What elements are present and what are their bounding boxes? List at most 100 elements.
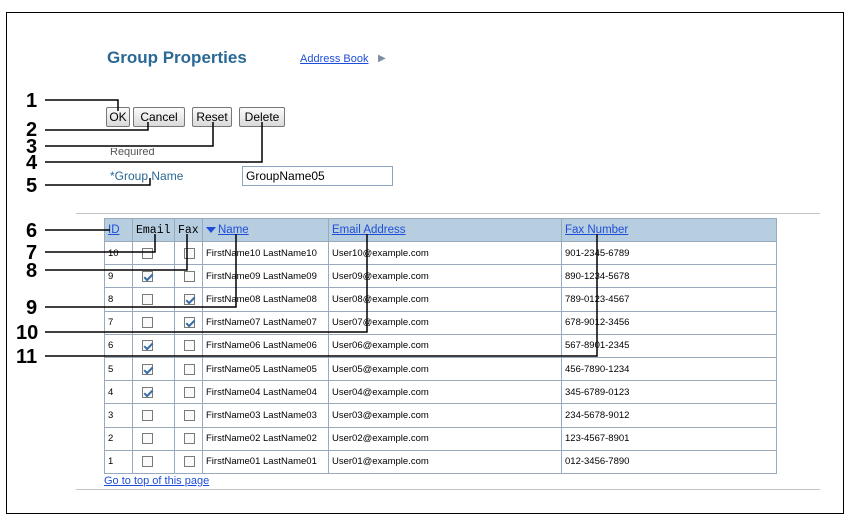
members-table: ID Email Fax Name Email Address Fax Numb… (104, 218, 777, 474)
cell-name: FirstName06 LastName06 (202, 333, 329, 358)
delete-button[interactable]: Delete (239, 107, 285, 127)
fax-checkbox[interactable] (184, 456, 195, 468)
column-header-email-address[interactable]: Email Address (328, 218, 562, 242)
fax-checkbox[interactable] (184, 363, 195, 375)
reset-button[interactable]: Reset (192, 107, 232, 127)
table-row: 4 FirstName04 LastName04 User04@example.co… (104, 380, 777, 405)
cell-id: 9 (104, 264, 133, 289)
column-header-email: Email (132, 218, 175, 242)
cell-email-address: User03@example.com (328, 403, 562, 428)
cell-email-address: User06@example.com (328, 333, 562, 358)
cell-fax-number: 456-7890-1234 (561, 356, 777, 382)
cell-email-address: User09@example.com (328, 264, 562, 289)
cell-email-checkbox (132, 310, 175, 335)
fax-checkbox[interactable] (184, 317, 195, 329)
cell-email-address: User04@example.com (328, 380, 562, 405)
cell-email-checkbox (132, 380, 175, 405)
email-checkbox[interactable] (142, 409, 153, 421)
cell-fax-number: 012-3456-7890 (561, 449, 777, 474)
fax-checkbox[interactable] (184, 386, 195, 398)
email-checkbox[interactable] (142, 293, 153, 305)
ok-button[interactable]: OK (106, 107, 130, 127)
cell-fax-number: 901-2345-6789 (561, 240, 777, 266)
cell-email-address: User05@example.com (328, 356, 562, 382)
cell-name: FirstName01 LastName01 (202, 449, 329, 474)
column-header-label[interactable]: Email Address (332, 224, 406, 236)
callout-number: 1 (26, 90, 38, 112)
column-header-name[interactable]: Name (202, 218, 329, 242)
table-row: 2 FirstName02 LastName02 User02@example.co… (104, 426, 777, 451)
email-checkbox[interactable] (142, 340, 153, 352)
cell-email-checkbox (132, 333, 175, 358)
callout-number: 4 (26, 152, 38, 174)
cell-name: FirstName03 LastName03 (202, 403, 329, 428)
fax-checkbox[interactable] (184, 247, 195, 259)
cell-email-checkbox (132, 356, 175, 382)
column-header-id[interactable]: ID (104, 218, 133, 242)
cell-email-address: User08@example.com (328, 287, 562, 312)
cell-email-checkbox (132, 287, 175, 312)
right-triangle-icon: ▶ (378, 53, 386, 64)
column-header-label: Fax (178, 223, 199, 237)
fax-checkbox[interactable] (184, 270, 195, 282)
cell-fax-number: 123-4567-8901 (561, 426, 777, 451)
column-header-label: Email (136, 223, 171, 237)
cell-name: FirstName05 LastName05 (202, 356, 329, 382)
fax-checkbox[interactable] (184, 340, 195, 352)
callout-number: 11 (16, 346, 38, 368)
cell-email-address: User10@example.com (328, 240, 562, 266)
cell-name: FirstName04 LastName04 (202, 380, 329, 405)
cell-email-checkbox (132, 264, 175, 289)
page-title: Group Properties (107, 48, 247, 67)
column-header-label[interactable]: ID (108, 224, 120, 236)
cell-id: 3 (104, 403, 133, 428)
email-checkbox[interactable] (142, 270, 153, 282)
email-checkbox[interactable] (142, 247, 153, 259)
cancel-button[interactable]: Cancel (133, 107, 185, 127)
table-row: 8 FirstName08 LastName08 User08@example.co… (104, 287, 777, 312)
divider (76, 489, 820, 490)
group-name-input[interactable]: GroupName05 (242, 166, 393, 186)
cell-id: 8 (104, 287, 133, 312)
table-row: 3 FirstName03 LastName03 User03@example.co… (104, 403, 777, 428)
group-name-label: *Group Name (110, 169, 184, 183)
cell-fax-checkbox (174, 264, 203, 289)
email-checkbox[interactable] (142, 456, 153, 468)
fax-checkbox[interactable] (184, 433, 195, 445)
callout-number: 8 (26, 260, 38, 282)
cell-fax-checkbox (174, 403, 203, 428)
cell-id: 1 (104, 449, 133, 474)
column-header-label[interactable]: Name (218, 224, 249, 236)
email-checkbox[interactable] (142, 363, 153, 375)
cell-email-checkbox (132, 403, 175, 428)
cell-fax-checkbox (174, 449, 203, 474)
column-header-fax-number[interactable]: Fax Number (561, 218, 777, 242)
fax-checkbox[interactable] (184, 293, 195, 305)
cell-email-checkbox (132, 449, 175, 474)
column-header-label[interactable]: Fax Number (565, 224, 628, 236)
table-row: 10 FirstName10 LastName10 User10@example.c… (104, 240, 777, 266)
email-checkbox[interactable] (142, 433, 153, 445)
cell-fax-number: 789-0123-4567 (561, 287, 777, 312)
table-row: 9 FirstName09 LastName09 User09@example.co… (104, 264, 777, 289)
divider (76, 213, 820, 214)
fax-checkbox[interactable] (184, 409, 195, 421)
email-checkbox[interactable] (142, 317, 153, 329)
email-checkbox[interactable] (142, 386, 153, 398)
cell-fax-checkbox (174, 240, 203, 266)
cell-id: 10 (104, 240, 133, 266)
cell-fax-checkbox (174, 287, 203, 312)
cell-email-address: User07@example.com (328, 310, 562, 335)
required-label: Required (110, 148, 155, 157)
go-to-top-link[interactable]: Go to top of this page (104, 475, 209, 487)
address-book-link[interactable]: Address Book (300, 53, 368, 65)
cell-fax-checkbox (174, 333, 203, 358)
cell-fax-number: 567-8901-2345 (561, 333, 777, 358)
cell-fax-number: 345-6789-0123 (561, 380, 777, 405)
cell-email-checkbox (132, 426, 175, 451)
cell-id: 6 (104, 333, 133, 358)
cell-name: FirstName07 LastName07 (202, 310, 329, 335)
callout-number: 5 (26, 175, 38, 197)
table-row: 7 FirstName07 LastName07 User07@example.co… (104, 310, 777, 335)
cell-fax-number: 678-9012-3456 (561, 310, 777, 335)
